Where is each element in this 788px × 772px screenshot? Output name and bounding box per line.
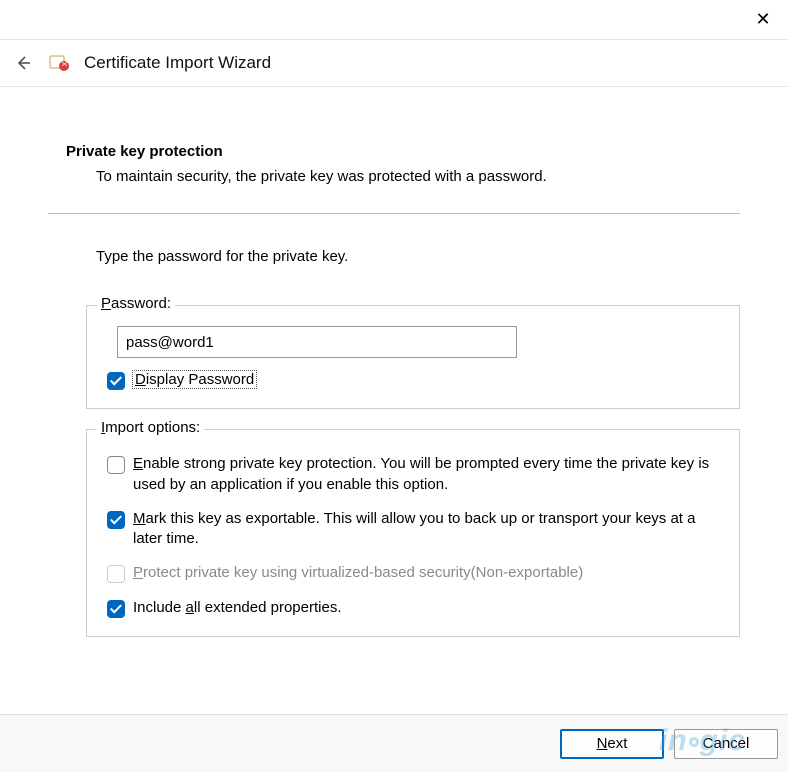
enable-strong-protection-checkbox[interactable] [107,456,125,474]
include-extended-label[interactable]: Include all extended properties. [133,598,341,618]
enable-strong-protection-label[interactable]: Enable strong private key protection. Yo… [133,454,719,495]
mark-exportable-label[interactable]: Mark this key as exportable. This will a… [133,509,719,550]
password-legend: Password: [97,295,175,312]
wizard-header: Certificate Import Wizard [0,40,788,87]
button-bar: Next Cancel [0,714,788,772]
display-password-checkbox[interactable] [107,372,125,390]
protect-virtualized-checkbox [107,565,125,583]
import-options-legend: Import options: [97,419,204,436]
back-button[interactable] [12,52,34,74]
password-group: Password: Display Password [86,305,740,409]
instruction-text: Type the password for the private key. [96,248,768,265]
protect-virtualized-label: Protect private key using virtualized-ba… [133,563,583,583]
section-heading: Private key protection [66,143,768,160]
password-input[interactable] [117,326,517,358]
wizard-body: Private key protection To maintain secur… [0,87,788,637]
close-icon: ✕ [755,9,770,30]
close-button[interactable]: ✕ [750,7,776,33]
section-subheading: To maintain security, the private key wa… [96,168,768,185]
next-button[interactable]: Next [560,729,664,759]
certificate-icon [48,52,70,74]
titlebar: ✕ [0,0,788,40]
import-options-group: Import options: Enable strong private ke… [86,429,740,637]
include-extended-checkbox[interactable] [107,600,125,618]
back-arrow-icon [14,54,32,72]
divider [48,213,740,214]
wizard-title: Certificate Import Wizard [84,53,271,73]
display-password-label[interactable]: Display Password [133,370,256,390]
mark-exportable-checkbox[interactable] [107,511,125,529]
cancel-button[interactable]: Cancel [674,729,778,759]
